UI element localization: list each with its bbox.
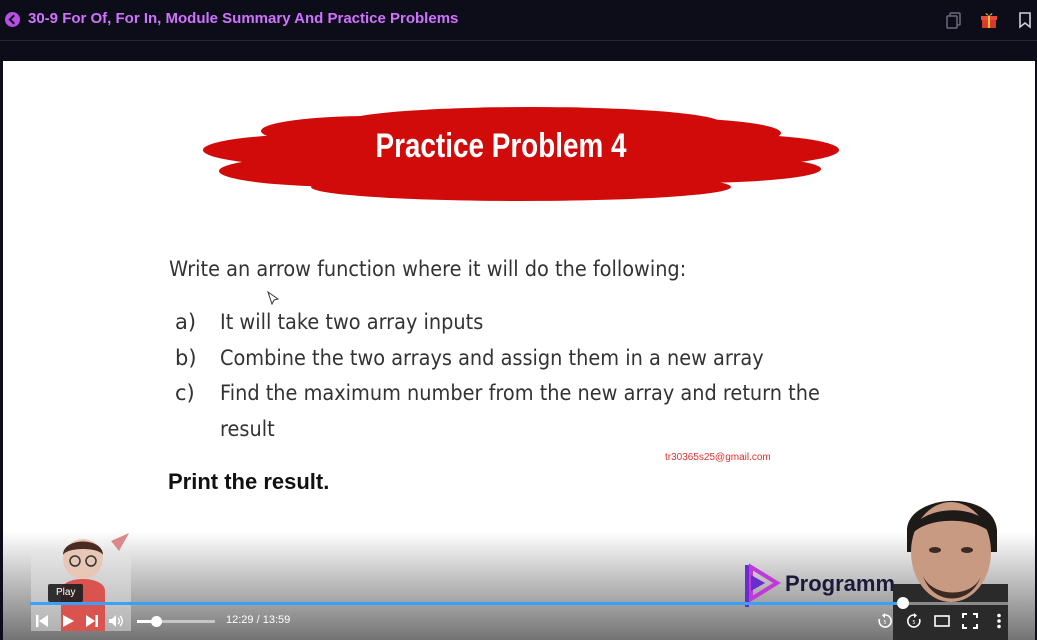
progress-fill — [30, 602, 904, 605]
volume-icon[interactable] — [108, 613, 124, 629]
bookmark-icon[interactable] — [1016, 11, 1034, 29]
video-player[interactable]: Practice Problem 4 Write an arrow functi… — [3, 61, 1035, 640]
play-icon[interactable] — [60, 613, 76, 629]
gift-icon[interactable] — [980, 11, 998, 29]
slide-closing-text: Print the result. — [168, 469, 330, 494]
list-item: a) It will take two array inputs — [175, 310, 506, 334]
list-text: Combine the two arrays and assign them i… — [220, 346, 764, 370]
list-marker: b) — [175, 346, 197, 370]
previous-icon[interactable] — [34, 613, 50, 629]
list-text: It will take two array inputs — [220, 310, 484, 334]
copy-icon[interactable] — [945, 11, 963, 29]
volume-knob[interactable] — [150, 616, 162, 627]
list-text: Find the maximum number from the new arr… — [220, 381, 820, 405]
slide-title: Practice Problem 4 — [375, 127, 627, 165]
svg-text:5: 5 — [912, 620, 915, 626]
brand-text: Programm — [785, 571, 896, 596]
watermark-email: tr30365s25@gmail.com — [665, 452, 771, 463]
more-icon[interactable] — [991, 613, 1007, 629]
list-marker: a) — [175, 310, 197, 334]
time-display: 12:29 / 13:59 — [226, 614, 290, 626]
forward-icon[interactable]: 5 — [906, 613, 922, 629]
top-bar: 30-9 For Of, For In, Module Summary And … — [0, 0, 1037, 41]
pen-cursor-icon — [267, 291, 279, 305]
page-title: 30-9 For Of, For In, Module Summary And … — [28, 10, 459, 27]
slide-intro: Write an arrow function where it will do… — [169, 257, 687, 281]
next-icon[interactable] — [84, 613, 100, 629]
progress-bar[interactable] — [30, 597, 1008, 609]
list-item: b) Combine the two arrays and assign them… — [175, 346, 811, 370]
theater-icon[interactable] — [934, 613, 950, 629]
fullscreen-icon[interactable] — [962, 613, 978, 629]
list-item: c) Find the maximum number from the new a… — [175, 381, 872, 405]
time-separator: / — [253, 614, 263, 626]
duration: 13:59 — [262, 614, 291, 626]
list-text-continuation: result — [220, 417, 275, 441]
volume-slider[interactable] — [137, 616, 215, 627]
play-tooltip: Play — [48, 584, 84, 602]
list-marker: c) — [175, 381, 195, 405]
svg-text:5: 5 — [883, 620, 886, 626]
rewind-icon[interactable]: 5 — [877, 613, 893, 629]
current-time: 12:29 — [226, 614, 254, 626]
back-icon[interactable] — [5, 12, 20, 27]
